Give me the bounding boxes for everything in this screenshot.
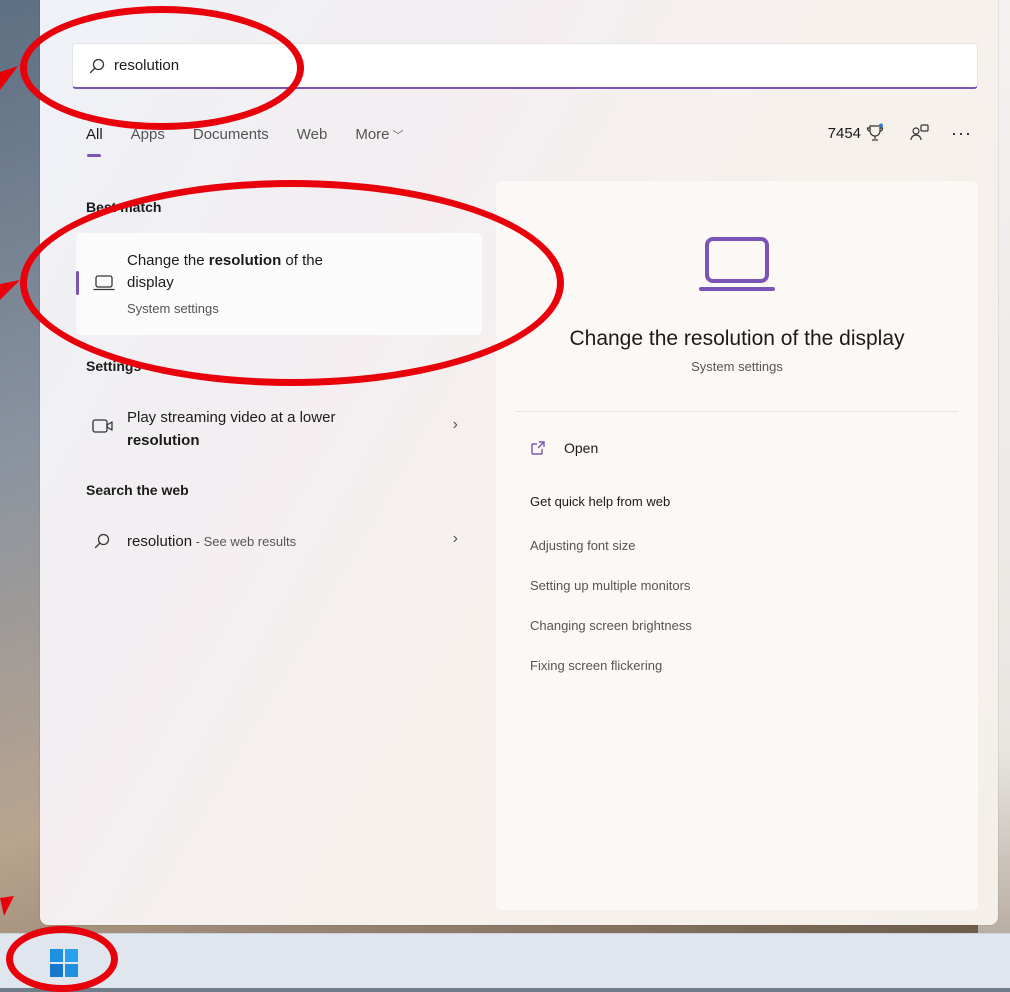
best-match-title-pre: Change the [127,252,209,269]
search-box[interactable] [72,43,978,89]
search-panel: All Apps Documents Web More﹀ 7454 ··· Be… [40,0,998,925]
account-switch-button[interactable] [909,122,931,144]
tab-documents[interactable]: Documents [193,126,269,143]
detail-title: Change the resolution of the display [569,327,905,350]
best-match-heading: Best match [86,199,162,215]
best-match-title-post: of the [281,252,323,269]
detail-pane: Change the resolution of the display Sys… [496,181,978,910]
best-match-title-line2: display [127,274,174,291]
web-result-query: resolution [127,533,193,550]
detail-divider [516,411,958,412]
rewards-points-value: 7454 [827,124,862,142]
search-input[interactable] [114,57,714,74]
web-result-suffix: - See web results [192,534,297,549]
people-icon [910,124,929,141]
best-match-title-bold: resolution [208,252,282,269]
tab-more[interactable]: More ﹀ [355,126,403,143]
search-web-heading: Search the web [86,482,189,498]
best-match-subtitle: System settings [127,301,219,316]
quick-help-heading: Get quick help from web [530,494,671,509]
tab-web[interactable]: Web [297,126,328,143]
chevron-right-icon: › [452,530,458,547]
tab-apps[interactable]: Apps [131,126,165,143]
web-result-label: resolution - See web results [127,530,296,553]
search-icon [94,533,110,549]
windows-start-icon[interactable] [49,948,79,978]
help-link-screen-brightness[interactable]: Changing screen brightness [530,618,692,633]
help-link-screen-flickering[interactable]: Fixing screen flickering [530,658,662,673]
tab-all[interactable]: All [86,126,103,157]
detail-subtitle: System settings [691,359,783,374]
search-icon [89,58,105,73]
header-actions: 7454 ··· [828,122,972,144]
best-match-result[interactable]: Change the resolution of the display Syst… [76,233,482,335]
settings-result-label: Play streaming video at a lower resolutio… [127,406,335,452]
open-button[interactable]: Open [530,440,598,456]
open-label: Open [564,440,599,456]
web-result-resolution[interactable]: resolution - See web results › [76,530,482,556]
laptop-icon [699,237,775,291]
taskbar [0,933,1010,988]
laptop-icon [93,275,115,291]
settings-result-streaming-video[interactable]: Play streaming video at a lower resolutio… [76,406,482,454]
help-link-font-size[interactable]: Adjusting font size [530,538,636,553]
rewards-points[interactable]: 7454 [828,123,885,143]
selection-indicator [76,271,79,295]
settings-heading: Settings [86,358,142,374]
settings-result-line1: Play streaming video at a lower [127,409,336,426]
open-external-icon [531,441,545,455]
settings-result-line2: resolution [127,432,200,449]
more-options-icon[interactable]: ··· [951,124,972,142]
help-link-multiple-monitors[interactable]: Setting up multiple monitors [530,578,690,593]
chevron-right-icon: › [452,416,458,433]
filter-tabs: All Apps Documents Web More ﹀ [86,126,432,157]
video-camera-icon [92,419,113,433]
rewards-trophy-icon [866,123,884,141]
tab-more-label: More [355,126,390,143]
chevron-down-icon: ﹀ [392,130,404,142]
best-match-title: Change the resolution of the display [127,250,427,294]
